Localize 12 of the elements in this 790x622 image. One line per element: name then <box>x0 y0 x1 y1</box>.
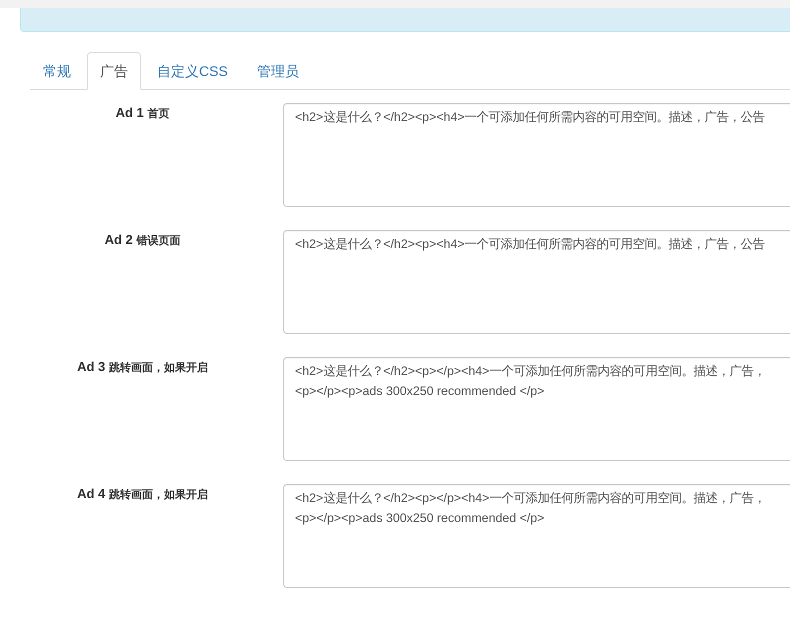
ad-slot-label: Ad 4 跳转画面，如果开启 <box>77 486 208 503</box>
ad-code-field[interactable]: <h2>这是什么？</h2><p><h4>一个可添加任何所需内容的可用空间。描述，广告，公告 <box>283 103 790 207</box>
settings-tab[interactable]: 自定义CSS <box>144 52 241 90</box>
ad-slot-label: Ad 1 首页 <box>116 105 170 122</box>
ad-code-field[interactable]: <h2>这是什么？</h2><p><h4>一个可添加任何所需内容的可用空间。描述，广告，公告 <box>283 230 790 334</box>
settings-tab[interactable]: 常规 <box>30 52 84 90</box>
ad-code-field[interactable]: <h2>这是什么？</h2><p></p><h4>一个可添加任何所需内容的可用空间。描述，广告， <p></p><p>ads 300x250 recommended </p> <box>283 484 790 588</box>
ad-slot-label: Ad 2 错误页面 <box>104 232 180 249</box>
ad-slot-label: Ad 3 跳转画面，如果开启 <box>77 359 208 376</box>
settings-tab[interactable]: 广告 <box>87 52 141 90</box>
settings-tab[interactable]: 管理员 <box>244 52 312 90</box>
ad-code-field[interactable]: <h2>这是什么？</h2><p></p><h4>一个可添加任何所需内容的可用空间。描述，广告， <p></p><p>ads 300x250 recommended </p> <box>283 357 790 461</box>
